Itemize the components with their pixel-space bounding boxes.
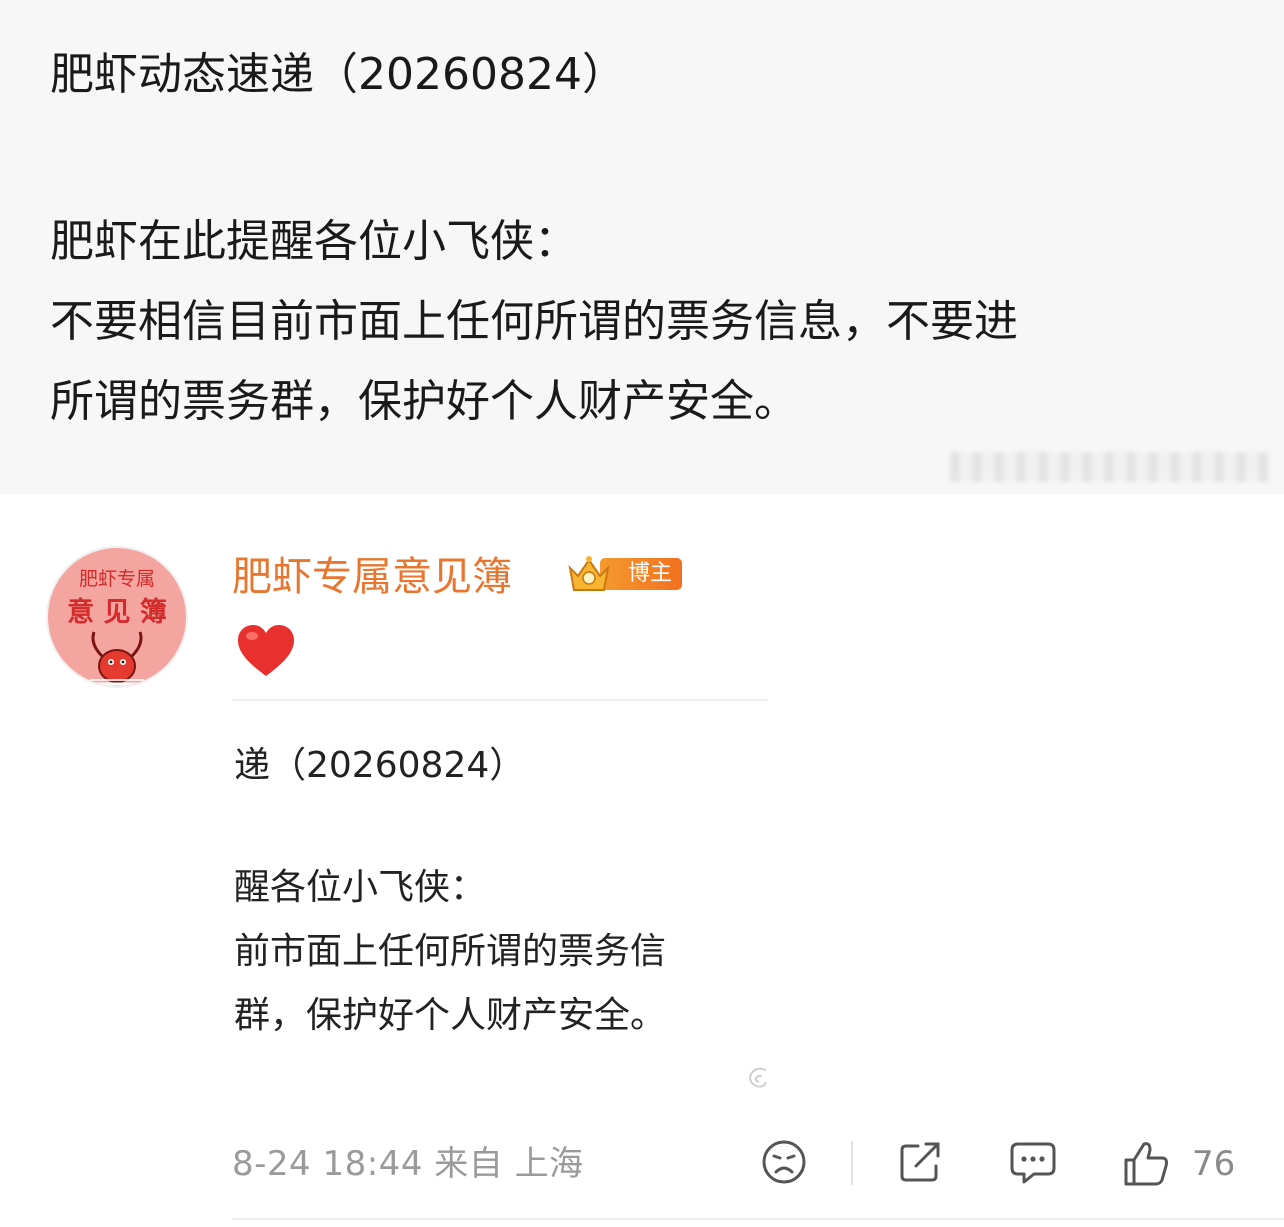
quoted-line: 前市面上任何所谓的票务信	[234, 931, 667, 972]
comment-location: 来自 上海	[434, 1144, 584, 1184]
post-body: 肥虾在此提醒各位小飞侠： 不要相信目前市面上任何所谓的票务信息，不要进 所谓的票…	[50, 202, 1240, 442]
crayfish-icon	[84, 631, 150, 686]
comment-image[interactable]: 递（20260824） 醒各位小飞侠： 前市面上任何所谓的票务信 群，保护好个人…	[234, 730, 774, 1090]
username[interactable]: 肥虾专属意见簿	[232, 550, 512, 604]
blurred-watermark	[950, 452, 1270, 482]
divider	[232, 1218, 1284, 1220]
divider	[232, 699, 768, 701]
post-title: 肥虾动态速递（20260824）	[50, 49, 626, 100]
share-icon[interactable]	[896, 1138, 946, 1186]
thumbs-up-icon[interactable]	[1120, 1138, 1172, 1188]
post-line: 所谓的票务群，保护好个人财产安全。	[50, 376, 798, 427]
quoted-line: 群，保护好个人财产安全。	[234, 995, 667, 1036]
quoted-line: 醒各位小飞侠：	[234, 867, 487, 908]
quoted-title: 递（20260824）	[234, 745, 526, 786]
weibo-watermark-icon	[749, 1067, 767, 1088]
heart-icon	[238, 625, 294, 676]
post-line: 不要相信目前市面上任何所谓的票务信息，不要进	[50, 296, 1018, 347]
divider	[851, 1141, 853, 1185]
comment-meta: 8-24 18:44 来自 上海	[232, 1140, 584, 1188]
original-post: 肥虾动态速递（20260824） 肥虾在此提醒各位小飞侠： 不要相信目前市面上任…	[0, 0, 1284, 494]
comment-time: 18:44	[322, 1144, 423, 1184]
post-line: 肥虾在此提醒各位小飞侠：	[50, 216, 578, 267]
avatar-top-text: 肥虾专属	[78, 568, 155, 590]
author-badge: 博主	[566, 552, 688, 598]
avatar[interactable]: 肥虾专属 意 见 簿	[46, 546, 188, 688]
comment-date: 8-24	[232, 1144, 312, 1184]
avatar-mid-text: 意 见 簿	[67, 597, 167, 628]
crown-icon	[568, 556, 610, 591]
sad-face-icon[interactable]	[760, 1138, 808, 1186]
comment-icon[interactable]	[1008, 1138, 1058, 1186]
badge-label: 博主	[600, 558, 682, 590]
like-count: 76	[1192, 1144, 1236, 1184]
